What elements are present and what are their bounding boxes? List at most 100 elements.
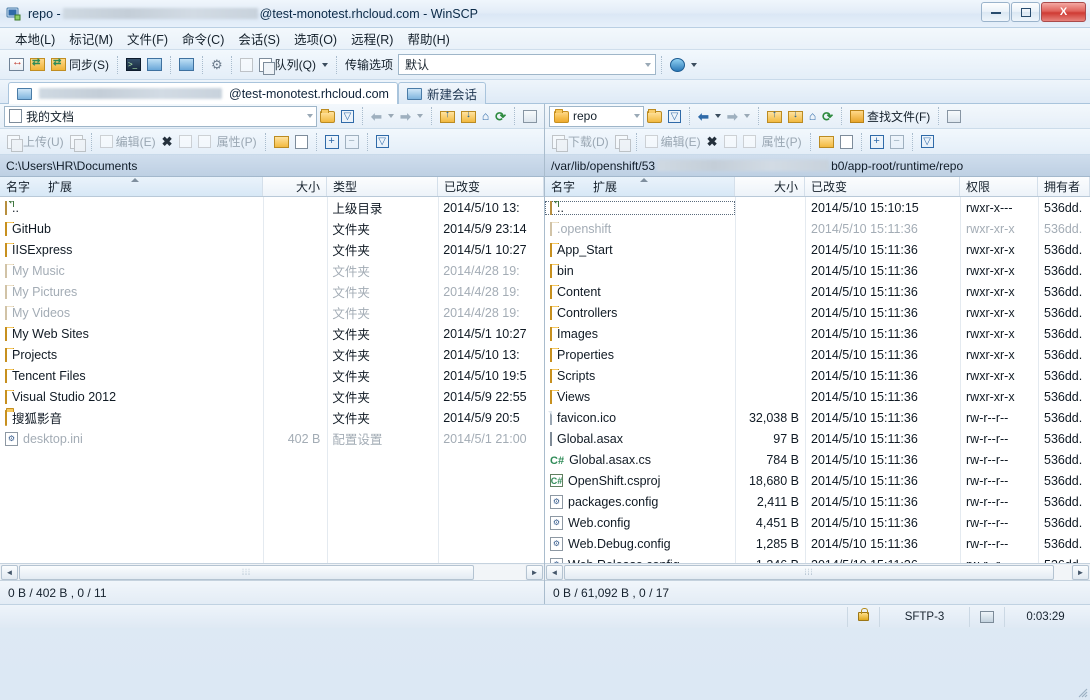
transfer-settings-combo[interactable]: 默认 — [398, 54, 656, 75]
keep-remote-directory-up-to-date-button[interactable]: 同步(S) — [48, 53, 112, 77]
local-select-less-button[interactable]: − — [342, 131, 362, 153]
remote-new-file-button[interactable] — [837, 131, 856, 153]
remote-parent-dir-button[interactable] — [764, 104, 785, 128]
table-row[interactable]: Controllers 2014/5/10 15:11:36 rwxr-xr-x 53… — [545, 302, 1090, 323]
table-row[interactable]: C# Global.asax.cs 784 B 2014/5/10 15:11:36 r… — [545, 449, 1090, 470]
table-row[interactable]: My Music 文件夹 2014/4/28 19: — [0, 260, 544, 281]
local-selection-filter-button[interactable]: ▽ — [373, 131, 392, 153]
close-button[interactable]: X — [1041, 2, 1086, 22]
remote-properties-button[interactable]: 属性(P) — [759, 131, 805, 153]
open-putty-button[interactable] — [144, 53, 165, 77]
open-terminal-button[interactable]: >_ — [123, 53, 144, 77]
local-edit-button[interactable]: 编辑(E) — [97, 131, 159, 153]
table-row[interactable]: Content 2014/5/10 15:11:36 rwxr-xr-x 536dd. — [545, 281, 1090, 302]
queue-list-button[interactable] — [237, 53, 256, 77]
maximize-button[interactable] — [1011, 2, 1040, 22]
table-row[interactable]: Projects 文件夹 2014/5/10 13: — [0, 344, 544, 365]
table-row[interactable]: Views 2014/5/10 15:11:36 rwxr-xr-x 536dd. — [545, 386, 1090, 407]
download-button[interactable]: 下载(D) — [549, 131, 612, 153]
local-drive-combo[interactable]: 我的文档 — [4, 105, 318, 127]
local-home-dir-button[interactable]: ⌂ — [479, 104, 492, 128]
local-filter-button[interactable]: ▽ — [338, 104, 357, 128]
local-properties-button[interactable]: 属性(P) — [214, 131, 260, 153]
table-row[interactable]: IISExpress 文件夹 2014/5/1 10:27 — [0, 239, 544, 260]
session-tab-active[interactable]: @test-monotest.rhcloud.com — [8, 82, 398, 104]
menu-local[interactable]: 本地(L) — [8, 27, 62, 50]
local-col-size[interactable]: 大小 — [263, 177, 327, 196]
remote-horizontal-scrollbar[interactable]: ◄ ⦙⦙⦙ ► — [545, 563, 1090, 580]
menu-help[interactable]: 帮助(H) — [400, 27, 456, 50]
local-forward-button[interactable]: ➡ — [397, 104, 426, 128]
remote-scroll-left-button[interactable]: ◄ — [546, 564, 563, 580]
table-row[interactable]: .openshift 2014/5/10 15:11:36 rwxr-xr-x 536… — [545, 218, 1090, 239]
table-row[interactable]: ⚙ Web.Debug.config 1,285 B 2014/5/10 15:11:… — [545, 533, 1090, 554]
remote-select-less-button[interactable]: − — [887, 131, 907, 153]
remote-rename-button[interactable] — [721, 131, 740, 153]
table-row[interactable]: 搜狐影音 文件夹 2014/5/9 20:5 — [0, 407, 544, 428]
local-select-more-button[interactable]: + — [322, 131, 342, 153]
table-row[interactable]: ⚙ Web.config 4,451 B 2014/5/10 15:11:36 rw-r… — [545, 512, 1090, 533]
local-root-dir-button[interactable] — [458, 104, 479, 128]
local-new-directory-button[interactable] — [271, 131, 292, 153]
remote-col-name[interactable]: 名字 扩展 — [545, 177, 735, 196]
table-row[interactable]: My Videos 文件夹 2014/4/28 19: — [0, 302, 544, 323]
download-options-button[interactable] — [612, 131, 631, 153]
remote-duplicate-button[interactable] — [740, 131, 759, 153]
queue-button[interactable]: 队列(Q) — [256, 53, 331, 77]
remote-delete-button[interactable]: ✖ — [704, 131, 721, 153]
local-current-path[interactable]: C:\Users\HR\Documents — [0, 155, 544, 177]
remote-col-perms[interactable]: 权限 — [960, 177, 1038, 196]
table-row[interactable]: ..上级目录2014/5/10 13: — [0, 197, 544, 218]
local-rename-button[interactable] — [176, 131, 195, 153]
remote-current-path[interactable]: /var/lib/openshift/53 b0/app-root/runtim… — [545, 155, 1090, 177]
open-in-browser-button[interactable] — [667, 53, 700, 77]
local-col-modified[interactable]: 已改变 — [438, 177, 544, 196]
menu-file[interactable]: 文件(F) — [120, 27, 175, 50]
menu-remote[interactable]: 远程(R) — [344, 27, 400, 50]
table-row[interactable]: favicon.ico 32,038 B 2014/5/10 15:11:36 rw-… — [545, 407, 1090, 428]
encryption-status-cell[interactable] — [847, 606, 879, 627]
menu-command[interactable]: 命令(C) — [175, 27, 231, 50]
remote-new-directory-button[interactable] — [816, 131, 837, 153]
table-row[interactable]: Images 2014/5/10 15:11:36 rwxr-xr-x 536dd. — [545, 323, 1090, 344]
compression-status-cell[interactable] — [969, 606, 1004, 627]
remote-selection-filter-button[interactable]: ▽ — [918, 131, 937, 153]
remote-home-dir-button[interactable]: ⌂ — [806, 104, 819, 128]
table-row[interactable]: Global.asax 97 B 2014/5/10 15:11:36 rw-r--r… — [545, 428, 1090, 449]
remote-col-modified[interactable]: 已改变 — [805, 177, 960, 196]
remote-edit-button[interactable]: 编辑(E) — [642, 131, 704, 153]
table-row[interactable]: ..2014/5/10 15:10:15rwxr-x---536dd. — [545, 197, 1090, 218]
local-refresh-button[interactable]: ⟳ — [492, 104, 509, 128]
table-row[interactable]: GitHub 文件夹 2014/5/9 23:14 — [0, 218, 544, 239]
open-session-in-putty-button[interactable] — [176, 53, 197, 77]
local-scroll-right-button[interactable]: ► — [526, 564, 543, 580]
table-row[interactable]: ⚙ desktop.ini 402 B 配置设置 2014/5/1 21:00 — [0, 428, 544, 449]
table-row[interactable]: My Pictures 文件夹 2014/4/28 19: — [0, 281, 544, 302]
local-delete-button[interactable]: ✖ — [159, 131, 176, 153]
find-files-button[interactable]: 查找文件(F) — [847, 104, 933, 128]
remote-file-list[interactable]: ..2014/5/10 15:10:15rwxr-x---536dd..open… — [545, 197, 1090, 563]
local-col-name[interactable]: 名字 扩展 — [0, 177, 263, 196]
upload-options-button[interactable] — [67, 131, 86, 153]
table-row[interactable]: App_Start 2014/5/10 15:11:36 rwxr-xr-x 536d… — [545, 239, 1090, 260]
table-row[interactable]: Properties 2014/5/10 15:11:36 rwxr-xr-x 536… — [545, 344, 1090, 365]
table-row[interactable]: ⚙ packages.config 2,411 B 2014/5/10 15:11:3… — [545, 491, 1090, 512]
remote-back-button[interactable]: ⬅ — [695, 104, 724, 128]
menu-mark[interactable]: 标记(M) — [62, 27, 120, 50]
local-back-button[interactable]: ⬅ — [368, 104, 397, 128]
remote-filter-button[interactable]: ▽ — [665, 104, 684, 128]
table-row[interactable]: Tencent Files 文件夹 2014/5/10 19:5 — [0, 365, 544, 386]
local-parent-dir-button[interactable] — [437, 104, 458, 128]
table-row[interactable]: Scripts 2014/5/10 15:11:36 rwxr-xr-x 536dd. — [545, 365, 1090, 386]
remote-dir-combo[interactable]: repo — [549, 105, 644, 127]
remote-col-owner[interactable]: 拥有者 — [1038, 177, 1090, 196]
synchronize-browsing-button[interactable] — [6, 53, 27, 77]
local-file-list[interactable]: ..上级目录2014/5/10 13:GitHub文件夹2014/5/9 23:… — [0, 197, 544, 563]
table-row[interactable]: ⚙ Web.Release.config 1,346 B2014/5/10 15:1… — [545, 554, 1090, 563]
table-row[interactable]: Visual Studio 2012 文件夹 2014/5/9 22:55 — [0, 386, 544, 407]
new-session-tab[interactable]: 新建会话 — [397, 82, 486, 104]
table-row[interactable]: bin 2014/5/10 15:11:36 rwxr-xr-x 536dd. — [545, 260, 1090, 281]
remote-col-size[interactable]: 大小 — [735, 177, 805, 196]
menu-session[interactable]: 会话(S) — [231, 27, 287, 50]
local-col-type[interactable]: 类型 — [327, 177, 438, 196]
